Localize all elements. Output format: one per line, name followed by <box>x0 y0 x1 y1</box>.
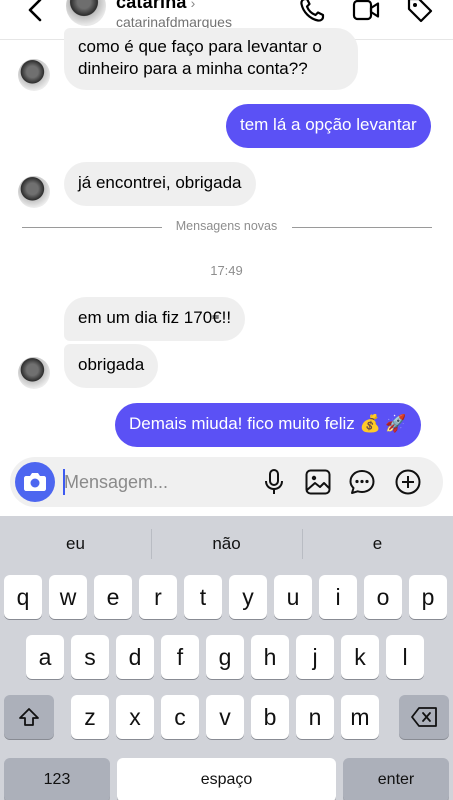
message-composer <box>10 457 443 507</box>
key-r[interactable]: r <box>139 575 177 619</box>
message-outgoing[interactable]: Demais miuda! fico muito feliz 💰 🚀 <box>115 403 421 447</box>
message-text: obrigada <box>78 355 145 374</box>
divider-label: Mensagens novas <box>165 219 288 233</box>
shift-icon <box>19 708 39 726</box>
numbers-key[interactable]: 123 <box>4 758 110 800</box>
message-text: tem lá a opção levantar <box>240 115 417 134</box>
message-input[interactable] <box>64 470 254 494</box>
message-incoming[interactable]: como é que faço para levantar o dinheiro… <box>64 28 358 90</box>
message-line: como é que faço para levantar o <box>78 37 322 56</box>
keyboard: eu não e q w e r t y u i o p a s d f g h… <box>0 516 453 800</box>
message-text: Demais miuda! fico muito feliz 💰 🚀 <box>129 414 407 433</box>
key-f[interactable]: f <box>161 635 199 679</box>
key-x[interactable]: x <box>116 695 154 739</box>
suggestion-item[interactable]: não <box>151 534 302 554</box>
key-h[interactable]: h <box>251 635 289 679</box>
key-u[interactable]: u <box>274 575 312 619</box>
key-i[interactable]: i <box>319 575 357 619</box>
key-k[interactable]: k <box>341 635 379 679</box>
key-o[interactable]: o <box>364 575 402 619</box>
suggestion-item[interactable]: e <box>302 534 453 554</box>
new-messages-divider: Mensagens novas <box>0 219 453 233</box>
message-text: já encontrei, obrigada <box>78 173 242 192</box>
key-p[interactable]: p <box>409 575 447 619</box>
key-n[interactable]: n <box>296 695 334 739</box>
message-incoming[interactable]: já encontrei, obrigada <box>64 162 256 206</box>
tag-icon[interactable] <box>406 0 434 24</box>
gallery-icon[interactable] <box>304 468 332 496</box>
message-line: dinheiro para a minha conta?? <box>78 59 308 78</box>
chevron-right-icon: › <box>190 0 196 11</box>
key-d[interactable]: d <box>116 635 154 679</box>
sticker-icon[interactable] <box>348 468 376 496</box>
microphone-icon[interactable] <box>260 468 288 496</box>
suggestion-bar: eu não e <box>0 516 453 574</box>
camera-icon <box>24 473 46 491</box>
sender-avatar[interactable] <box>18 357 50 389</box>
backspace-key[interactable] <box>399 695 449 739</box>
sender-avatar[interactable] <box>18 59 50 91</box>
key-s[interactable]: s <box>71 635 109 679</box>
key-t[interactable]: t <box>184 575 222 619</box>
sender-avatar[interactable] <box>18 176 50 208</box>
key-z[interactable]: z <box>71 695 109 739</box>
message-text: em um dia fiz 170€!! <box>78 308 232 327</box>
add-icon[interactable] <box>394 468 422 496</box>
contact-avatar[interactable] <box>66 0 106 26</box>
key-v[interactable]: v <box>206 695 244 739</box>
message-outgoing[interactable]: tem lá a opção levantar <box>226 104 431 148</box>
enter-key[interactable]: enter <box>343 758 449 800</box>
camera-button[interactable] <box>15 462 55 502</box>
key-l[interactable]: l <box>386 635 424 679</box>
key-a[interactable]: a <box>26 635 64 679</box>
key-b[interactable]: b <box>251 695 289 739</box>
key-q[interactable]: q <box>4 575 42 619</box>
suggestion-item[interactable]: eu <box>0 534 151 554</box>
key-y[interactable]: y <box>229 575 267 619</box>
back-icon[interactable] <box>24 0 48 26</box>
key-e[interactable]: e <box>94 575 132 619</box>
phone-icon[interactable] <box>298 0 326 24</box>
key-m[interactable]: m <box>341 695 379 739</box>
key-j[interactable]: j <box>296 635 334 679</box>
contact-name[interactable]: catarina › <box>116 0 196 13</box>
contact-name-text: catarina <box>116 0 187 12</box>
message-incoming[interactable]: obrigada <box>64 344 159 388</box>
space-key[interactable]: espaço <box>117 758 336 800</box>
timestamp: 17:49 <box>210 263 243 278</box>
key-w[interactable]: w <box>49 575 87 619</box>
key-g[interactable]: g <box>206 635 244 679</box>
backspace-icon <box>411 707 437 727</box>
video-icon[interactable] <box>352 0 380 24</box>
message-incoming[interactable]: em um dia fiz 170€!! <box>64 297 246 341</box>
key-c[interactable]: c <box>161 695 199 739</box>
shift-key[interactable] <box>4 695 54 739</box>
